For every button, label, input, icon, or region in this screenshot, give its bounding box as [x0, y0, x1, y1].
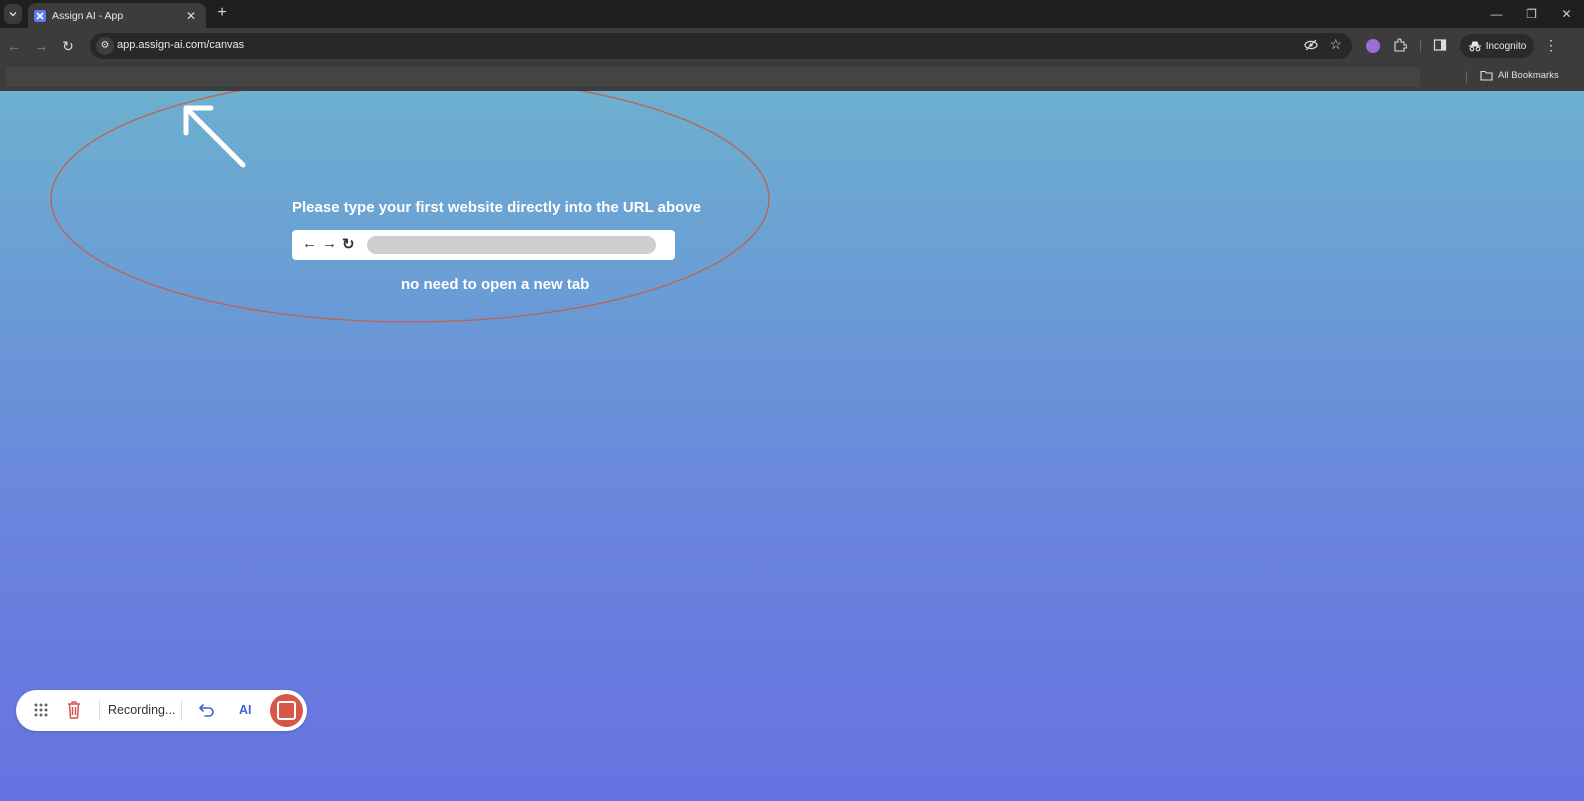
browser-toolbar: ← → ↻ ⚙ app.assign-ai.com/canvas ☆ Incog… [0, 28, 1584, 64]
arrow-up-left-icon [183, 105, 246, 168]
grid-menu-icon[interactable] [33, 702, 49, 718]
restore-button[interactable]: ❐ [1514, 0, 1549, 28]
tracking-protection-icon[interactable] [1304, 38, 1318, 55]
chevron-down-icon [9, 12, 17, 17]
highlight-overlay [50, 91, 770, 323]
close-window-button[interactable]: ✕ [1549, 0, 1584, 28]
browser-tab[interactable]: Assign AI - App ✕ [28, 3, 206, 28]
back-button[interactable]: ← [5, 37, 23, 55]
bookmark-star-icon[interactable]: ☆ [1329, 36, 1342, 53]
tab-close-icon[interactable]: ✕ [184, 9, 198, 23]
stop-icon [277, 701, 296, 720]
bookmarks-divider [1466, 71, 1467, 83]
address-bar[interactable]: ⚙ app.assign-ai.com/canvas ☆ [90, 33, 1352, 59]
reload-button[interactable]: ↻ [59, 37, 77, 55]
extensions-puzzle-icon[interactable] [1392, 38, 1408, 54]
url-text[interactable]: app.assign-ai.com/canvas [117, 39, 244, 51]
site-info-icon[interactable]: ⚙ [96, 37, 114, 55]
incognito-label: Incognito [1485, 40, 1527, 52]
recording-status: Recording... [108, 703, 176, 717]
recorder-toolbar: Recording... AI [16, 690, 307, 731]
stop-recording-button[interactable] [270, 694, 303, 727]
folder-icon [1480, 70, 1493, 81]
more-menu-icon[interactable]: ⋮ [1544, 37, 1558, 54]
tab-title: Assign AI - App [52, 9, 124, 22]
undo-icon[interactable] [198, 701, 216, 719]
window-controls: — ❐ ✕ [1479, 0, 1584, 28]
new-tab-button[interactable]: + [212, 3, 232, 23]
recorder-divider [99, 700, 100, 721]
bookmarks-area [6, 67, 1420, 87]
forward-button[interactable]: → [32, 37, 50, 55]
trash-icon[interactable] [66, 700, 82, 720]
side-panel-icon[interactable] [1432, 38, 1448, 54]
minimize-button[interactable]: — [1479, 0, 1514, 28]
reload-icon: ↻ [342, 236, 355, 253]
incognito-icon [1468, 41, 1481, 52]
ai-button[interactable]: AI [239, 703, 252, 717]
all-bookmarks-button[interactable]: All Bookmarks [1480, 70, 1559, 81]
instruction-text: Please type your first website directly … [292, 199, 702, 216]
back-arrow-icon: ← [302, 235, 317, 252]
assign-ai-favicon-icon [34, 9, 46, 22]
url-bar-illustration: ← → ↻ [292, 230, 675, 260]
incognito-badge[interactable]: Incognito [1460, 34, 1534, 58]
recorder-divider [181, 700, 182, 721]
toolbar-divider [1420, 40, 1421, 52]
subnote-text: no need to open a new tab [401, 276, 590, 293]
url-placeholder-bar [367, 236, 656, 254]
tab-search-button[interactable] [4, 4, 22, 24]
extension-icon[interactable] [1366, 39, 1380, 53]
all-bookmarks-label: All Bookmarks [1498, 70, 1559, 81]
tab-strip: Assign AI - App ✕ + — ❐ ✕ [0, 0, 1584, 28]
bookmarks-bar: All Bookmarks [0, 64, 1584, 91]
forward-arrow-icon: → [322, 235, 337, 252]
